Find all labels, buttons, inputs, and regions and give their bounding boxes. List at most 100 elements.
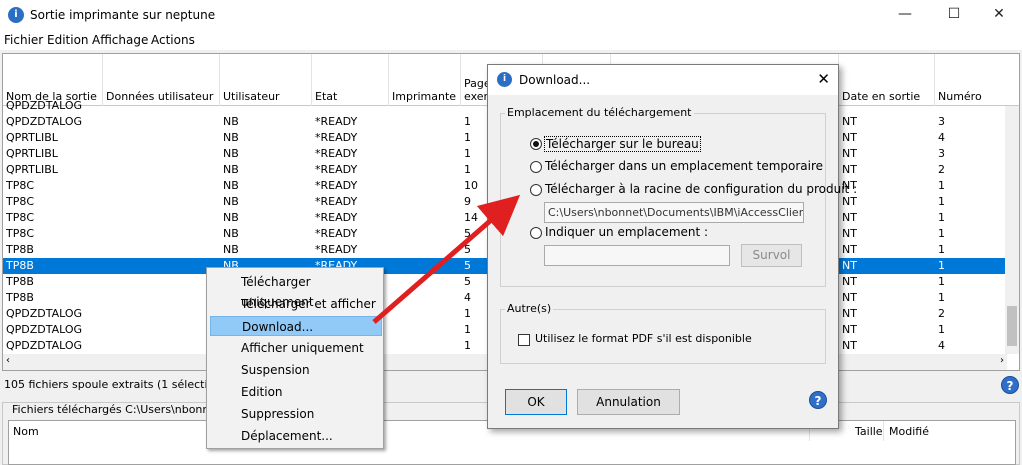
radio-temporaire-label[interactable]: Télécharger dans un emplacement temporai… <box>545 159 823 173</box>
cell-numero: 4 <box>938 339 945 352</box>
cell-date: NT <box>842 339 857 352</box>
title-bar: i Sortie imprimante sur neptune — ☐ ✕ <box>0 0 1022 30</box>
radio-racine[interactable] <box>530 184 542 196</box>
cell-utilisateur: NB <box>223 131 239 144</box>
dialog-info-icon: i <box>497 72 512 87</box>
menu-fichier[interactable]: Fichier <box>4 33 43 47</box>
location-group-legend: Emplacement du téléchargement <box>505 106 694 119</box>
cell-nom: QPRTLIBL <box>6 147 58 160</box>
cell-utilisateur: NB <box>223 163 239 176</box>
cell-donnees <box>103 115 220 130</box>
cell-utilisateur: NB <box>223 115 239 128</box>
downloads-col-modifie[interactable]: Modifié <box>889 425 929 438</box>
radio-temporaire[interactable] <box>530 161 542 173</box>
dialog-help-icon[interactable]: ? <box>809 391 827 409</box>
ctx-suspension[interactable]: Suspension <box>210 360 382 380</box>
cell-utilisateur: NB <box>223 227 239 240</box>
cell-numero: 1 <box>938 243 945 256</box>
cell-numero: 2 <box>938 163 945 176</box>
cell-numero: 1 <box>938 291 945 304</box>
dialog-close-icon[interactable]: ✕ <box>817 70 830 88</box>
cell-donnees <box>103 131 220 146</box>
cell-nom: QPDZDTALOG <box>6 307 83 320</box>
radio-bureau-label[interactable]: Télécharger sur le bureau <box>544 136 701 152</box>
context-menu: Télécharger uniquement Télécharger et af… <box>206 267 384 449</box>
dialog-title: Download... <box>519 73 591 87</box>
cell-date: NT <box>842 243 857 256</box>
cell-nom: TP8C <box>6 211 35 224</box>
download-dialog: i Download... ✕ Emplacement du télécharg… <box>487 64 857 429</box>
cell-date: NT <box>842 275 857 288</box>
cell-utilisateur: NB <box>223 211 239 224</box>
cell-nom: TP8B <box>6 259 34 272</box>
cell-etat: *READY <box>315 195 358 208</box>
cell-numero: 1 <box>938 211 945 224</box>
main-help-icon[interactable]: ? <box>1001 376 1019 394</box>
ok-button[interactable]: OK <box>505 389 567 415</box>
cell-nom: QPRTLIBL <box>6 163 58 176</box>
cell-etat: *READY <box>315 227 358 240</box>
cell-date: NT <box>842 115 857 128</box>
pdf-checkbox-label[interactable]: Utilisez le format PDF s'il est disponib… <box>535 332 752 345</box>
cell-donnees <box>103 275 220 290</box>
cell-utilisateur: NB <box>223 243 239 256</box>
ctx-afficher-uniquement[interactable]: Afficher uniquement <box>210 338 382 358</box>
cell-donnees <box>103 179 220 194</box>
cell-date: NT <box>842 163 857 176</box>
cell-date: NT <box>842 195 857 208</box>
cancel-button[interactable]: Annulation <box>577 389 680 415</box>
downloads-col-nom[interactable]: Nom <box>13 425 39 438</box>
cell-donnees <box>103 339 220 354</box>
cell-etat: *READY <box>315 211 358 224</box>
browse-button[interactable]: Survol <box>741 244 802 267</box>
minimize-button[interactable]: — <box>882 0 928 30</box>
maximize-button[interactable]: ☐ <box>931 0 977 30</box>
cell-date: NT <box>842 227 857 240</box>
window-title: Sortie imprimante sur neptune <box>30 8 216 22</box>
radio-racine-label[interactable]: Télécharger à la racine de configuration… <box>545 182 857 196</box>
menu-affichage[interactable]: Affichage <box>92 33 148 47</box>
cell-date: NT <box>842 211 857 224</box>
config-path-field[interactable]: C:\Users\nbonnet\Documents\IBM\iAccessCl… <box>544 202 804 223</box>
scroll-left-icon[interactable]: ‹ <box>6 355 10 366</box>
cell-numero: 1 <box>938 275 945 288</box>
scroll-thumb[interactable] <box>1007 306 1017 346</box>
cell-numero: 3 <box>938 147 945 160</box>
ctx-edition[interactable]: Edition <box>210 382 382 402</box>
cell-date: NT <box>842 147 857 160</box>
ctx-suppression[interactable]: Suppression <box>210 404 382 424</box>
menu-actions[interactable]: Actions <box>151 33 195 47</box>
cell-date: NT <box>842 259 857 272</box>
vertical-scrollbar[interactable] <box>1005 106 1019 354</box>
cell-numero: 1 <box>938 195 945 208</box>
menu-bar: Fichier Edition Affichage Actions <box>0 30 1022 50</box>
radio-indiquer[interactable] <box>530 227 542 239</box>
close-button[interactable]: ✕ <box>976 0 1022 30</box>
dialog-title-bar: i Download... ✕ <box>488 65 838 95</box>
cell-nom: QPDZDTALOG <box>6 115 83 128</box>
cell-date: NT <box>842 131 857 144</box>
pdf-checkbox[interactable] <box>518 334 530 346</box>
app-info-icon: i <box>8 7 24 23</box>
cell-nom: TP8C <box>6 179 35 192</box>
scroll-right-icon[interactable]: › <box>1000 355 1004 366</box>
cell-donnees <box>103 227 220 242</box>
cell-nom: QPRTLIBL <box>6 131 58 144</box>
radio-bureau[interactable] <box>530 138 542 150</box>
downloads-col-taille[interactable]: Taille <box>855 425 883 438</box>
cell-etat: *READY <box>315 131 358 144</box>
cell-donnees <box>103 259 220 274</box>
cell-donnees <box>103 211 220 226</box>
radio-indiquer-label[interactable]: Indiquer un emplacement : <box>545 225 708 239</box>
ctx-deplacement[interactable]: Déplacement... <box>210 426 382 446</box>
ctx-download[interactable]: Download... <box>210 316 382 336</box>
cell-date: NT <box>842 323 857 336</box>
ctx-telecharger-uniquement[interactable]: Télécharger uniquement <box>210 272 382 309</box>
cell-utilisateur: NB <box>223 179 239 192</box>
cell-numero: 1 <box>938 259 945 272</box>
menu-edition[interactable]: Edition <box>47 33 89 47</box>
cell-numero: 1 <box>938 179 945 192</box>
cell-donnees <box>103 195 220 210</box>
ctx-telecharger-afficher[interactable]: Télécharger et afficher <box>210 294 382 314</box>
location-field[interactable] <box>544 245 730 266</box>
